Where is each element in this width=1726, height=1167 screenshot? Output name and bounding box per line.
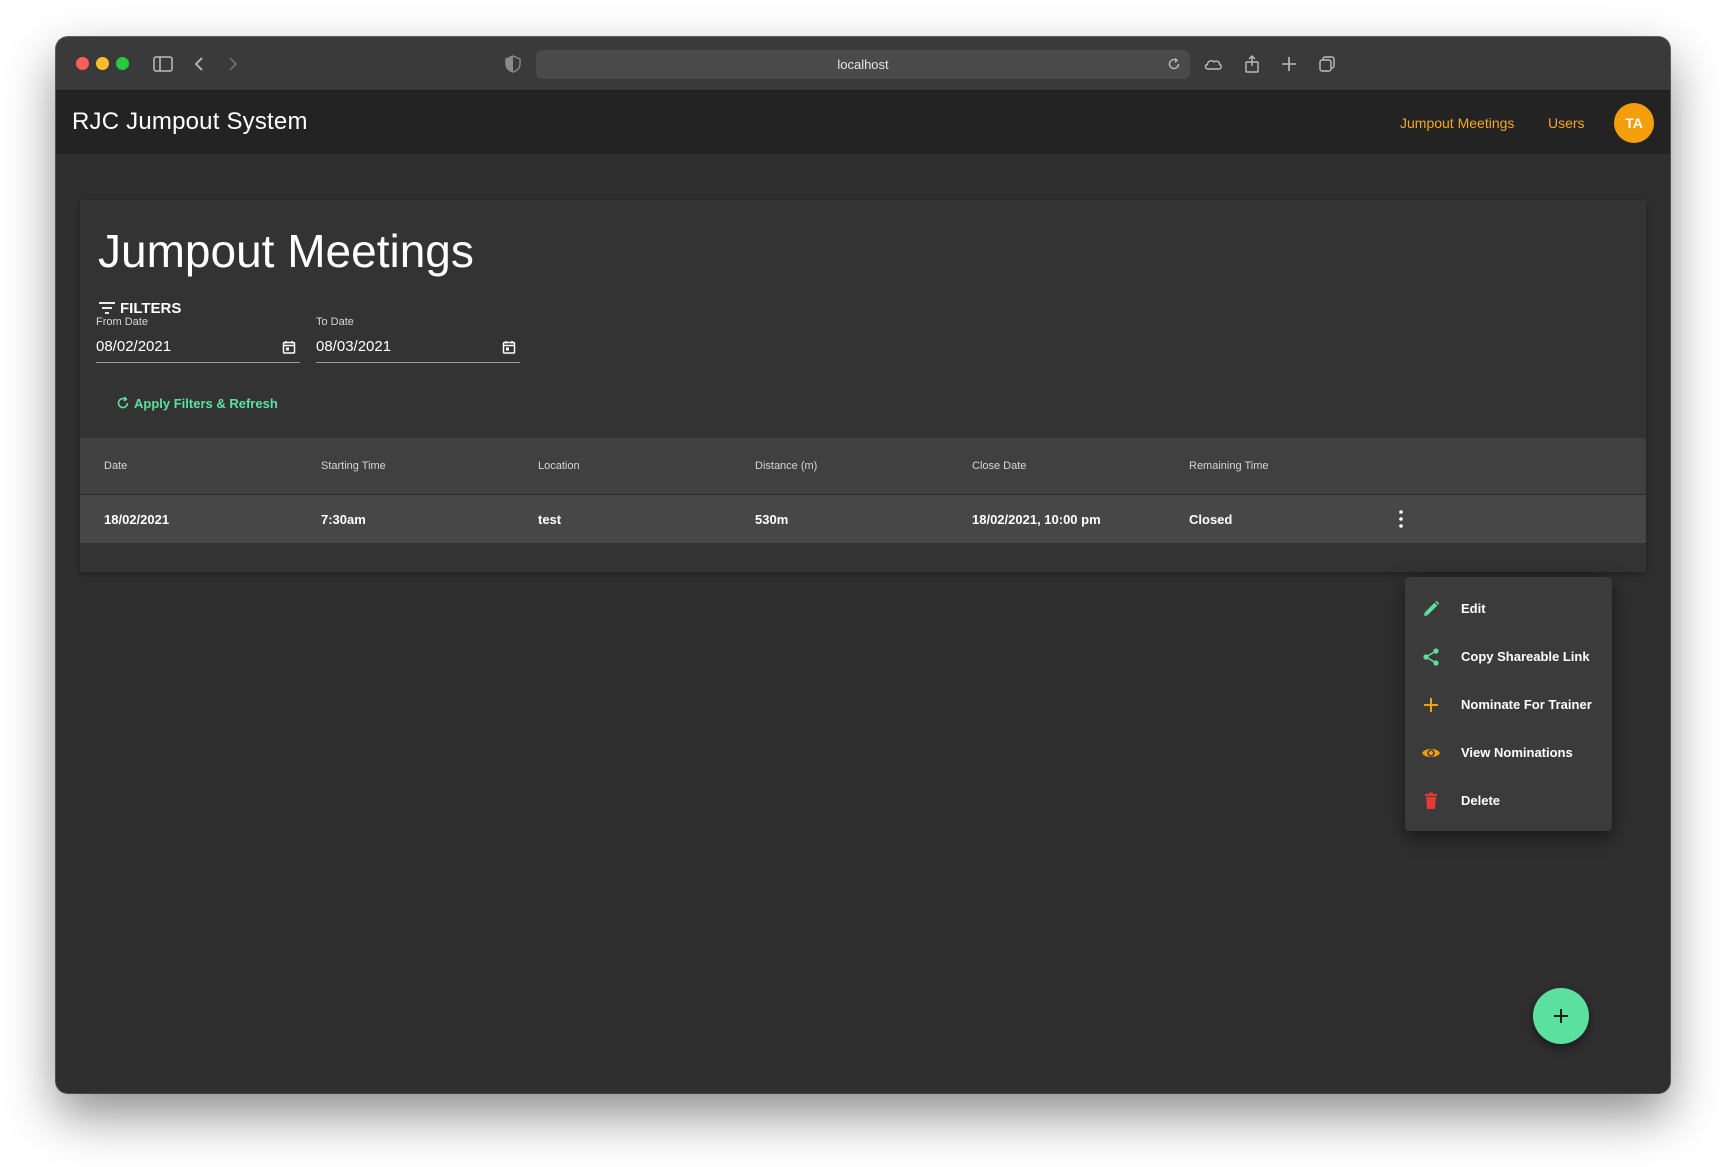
apply-filters-button[interactable]: Apply Filters & Refresh: [116, 393, 278, 413]
forward-icon[interactable]: [222, 53, 244, 75]
column-header-starting-time[interactable]: Starting Time: [321, 460, 386, 472]
menu-item-label: Edit: [1461, 601, 1486, 616]
calendar-icon[interactable]: [502, 340, 516, 354]
menu-item-label: Delete: [1461, 793, 1501, 808]
plus-icon: [1554, 1009, 1568, 1023]
close-window-button[interactable]: [76, 57, 89, 70]
cell-starting-time: 7:30am: [321, 512, 366, 527]
column-header-location[interactable]: Location: [538, 460, 580, 472]
from-date-row: [96, 334, 300, 363]
more-options-icon[interactable]: [1394, 509, 1408, 529]
address-bar-text: localhost: [837, 57, 889, 72]
cell-close-date: 18/02/2021, 10:00 pm: [972, 512, 1101, 527]
from-date-field: From Date: [96, 316, 300, 363]
menu-item-nominate[interactable]: Nominate For Trainer: [1405, 681, 1612, 729]
browser-toolbar: localhost: [56, 37, 1670, 91]
cell-date: 18/02/2021: [104, 512, 170, 527]
column-header-date[interactable]: Date: [104, 460, 127, 472]
app-header: RJC Jumpout System Jumpout Meetings User…: [56, 91, 1670, 154]
row-actions-menu: Edit Copy Shareable Link Nominate For Tr…: [1405, 577, 1612, 831]
to-date-input[interactable]: [316, 334, 486, 358]
new-tab-icon[interactable]: [1278, 53, 1300, 75]
column-header-distance[interactable]: Distance (m): [755, 460, 817, 472]
cloud-icon[interactable]: [1202, 53, 1224, 75]
cell-distance: 530m: [755, 512, 789, 527]
page-title: Jumpout Meetings: [98, 225, 474, 277]
meetings-card: Jumpout Meetings FILTERS From Date 08/02…: [80, 200, 1646, 572]
to-date-field: To Date: [316, 316, 520, 363]
pencil-icon: [1424, 600, 1440, 616]
apply-filters-label: Apply Filters & Refresh: [134, 395, 278, 411]
to-date-label: To Date: [316, 316, 354, 328]
zoom-window-button[interactable]: [116, 57, 129, 70]
menu-item-label: Nominate For Trainer: [1461, 697, 1592, 712]
column-header-remaining-time[interactable]: Remaining Time: [1189, 460, 1268, 472]
menu-item-view-nominations[interactable]: View Nominations: [1405, 729, 1612, 777]
menu-item-edit[interactable]: Edit: [1405, 585, 1612, 633]
filters-heading: FILTERS: [98, 299, 181, 317]
shield-icon[interactable]: [502, 53, 524, 75]
nav-users[interactable]: Users: [1548, 115, 1585, 131]
avatar[interactable]: TA: [1614, 103, 1654, 143]
minimize-window-button[interactable]: [96, 57, 109, 70]
filters-heading-label: FILTERS: [120, 299, 182, 317]
plus-icon: [1424, 698, 1438, 712]
cell-remaining-time: Closed: [1189, 512, 1233, 527]
menu-item-delete[interactable]: Delete: [1405, 777, 1612, 825]
table-row[interactable]: 18/02/2021 7:30am test 530m 18/02/2021, …: [80, 495, 1646, 543]
from-date-label: From Date: [96, 316, 148, 328]
sidebar-toggle-icon[interactable]: [152, 53, 174, 75]
refresh-icon: [117, 396, 129, 409]
share-page-icon[interactable]: [1241, 53, 1263, 75]
menu-item-label: View Nominations: [1461, 745, 1573, 760]
share-icon: [1423, 648, 1439, 666]
address-bar[interactable]: localhost: [536, 50, 1190, 79]
eye-icon: [1422, 748, 1440, 758]
filter-icon: [99, 302, 115, 314]
menu-item-copy-link[interactable]: Copy Shareable Link: [1405, 633, 1612, 681]
calendar-icon[interactable]: [282, 340, 296, 354]
add-meeting-button[interactable]: [1533, 988, 1589, 1044]
nav-jumpout-meetings[interactable]: Jumpout Meetings: [1400, 115, 1514, 131]
reload-icon[interactable]: [1166, 56, 1182, 72]
trash-icon: [1425, 792, 1437, 809]
table-header: Date Starting Time Location Distance (m)…: [80, 438, 1646, 495]
to-date-row: [316, 334, 520, 363]
browser-window: localhost RJC Jumpout System Jumpout Mee…: [56, 37, 1670, 1093]
column-header-close-date[interactable]: Close Date: [972, 460, 1026, 472]
cell-location: test: [538, 512, 562, 527]
tab-overview-icon[interactable]: [1316, 53, 1338, 75]
app-title[interactable]: RJC Jumpout System: [72, 108, 308, 136]
back-icon[interactable]: [188, 53, 210, 75]
menu-item-label: Copy Shareable Link: [1461, 649, 1590, 664]
from-date-input[interactable]: [96, 334, 266, 358]
